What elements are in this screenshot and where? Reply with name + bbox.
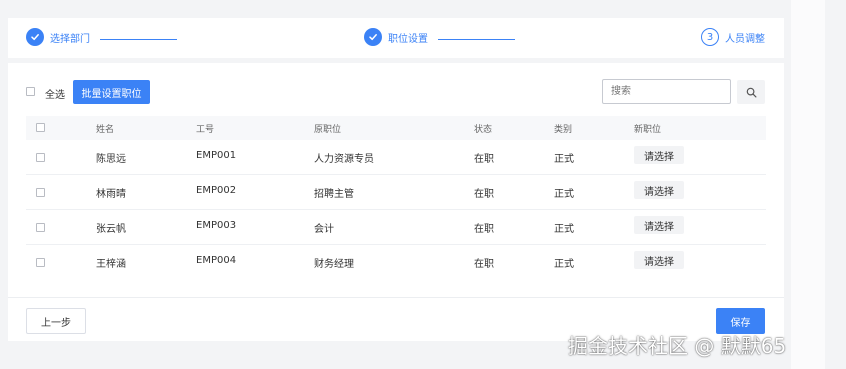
cell-name: 陈思远	[96, 154, 126, 165]
cell-type: 正式	[554, 259, 574, 270]
cell-name: 王梓涵	[96, 259, 126, 270]
select-all-label: 全选	[45, 90, 65, 101]
step-connector	[100, 39, 177, 40]
cell-id: EMP001	[196, 150, 237, 161]
cell-status: 在职	[474, 259, 494, 270]
step-label: 人员调整	[725, 33, 765, 45]
step-connector	[438, 39, 515, 40]
cell-old-position: 招聘主管	[314, 189, 354, 200]
row-checkbox[interactable]	[36, 223, 45, 232]
cell-type: 正式	[554, 189, 574, 200]
cell-old-position: 人力资源专员	[314, 154, 374, 165]
cell-id: EMP003	[196, 220, 237, 231]
previous-step-button[interactable]: 上一步	[26, 308, 86, 334]
cell-type: 正式	[554, 154, 574, 165]
new-position-select[interactable]: 请选择	[634, 216, 684, 234]
step-number: 3	[701, 28, 719, 46]
row-checkbox[interactable]	[36, 258, 45, 267]
step-staff-adjustment: 3 人员调整	[701, 28, 765, 46]
cell-status: 在职	[474, 189, 494, 200]
step-position-setting: 职位设置	[364, 28, 428, 46]
cell-status: 在职	[474, 154, 494, 165]
check-icon	[26, 28, 44, 46]
column-header-old-position: 原职位	[314, 125, 342, 135]
new-position-select[interactable]: 请选择	[634, 181, 684, 199]
cell-old-position: 财务经理	[314, 259, 354, 270]
header-checkbox[interactable]	[36, 123, 45, 132]
footer-divider	[8, 297, 784, 298]
new-position-select[interactable]: 请选择	[634, 146, 684, 164]
row-checkbox[interactable]	[36, 153, 45, 162]
cell-status: 在职	[474, 224, 494, 235]
table-row: 陈思远 EMP001 人力资源专员 在职 正式 请选择	[26, 140, 766, 175]
step-label: 职位设置	[388, 33, 428, 45]
cell-name: 林雨晴	[96, 189, 126, 200]
column-header-id: 工号	[196, 125, 215, 135]
search-input[interactable]	[602, 79, 731, 104]
column-header-type: 类别	[554, 125, 573, 135]
check-icon	[364, 28, 382, 46]
table-row: 林雨晴 EMP002 招聘主管 在职 正式 请选择	[26, 175, 766, 210]
cell-name: 张云帆	[96, 224, 126, 235]
column-header-status: 状态	[474, 125, 493, 135]
table-row: 张云帆 EMP003 会计 在职 正式 请选择	[26, 210, 766, 245]
table-row: 王梓涵 EMP004 财务经理 在职 正式 请选择	[26, 245, 766, 279]
cell-old-position: 会计	[314, 224, 334, 235]
search-icon	[746, 87, 756, 97]
select-all-checkbox[interactable]	[26, 87, 35, 96]
column-header-name: 姓名	[96, 125, 115, 135]
batch-set-position-button[interactable]: 批量设置职位	[73, 80, 150, 104]
cell-id: EMP002	[196, 185, 237, 196]
cell-id: EMP004	[196, 255, 237, 266]
step-select-department: 选择部门	[26, 28, 90, 46]
table-header: 姓名 工号 原职位 状态 类别 新职位	[26, 116, 766, 140]
column-header-new-position: 新职位	[634, 125, 662, 135]
cell-type: 正式	[554, 224, 574, 235]
watermark: 掘金技术社区 @ 默默65	[568, 334, 787, 358]
new-position-select[interactable]: 请选择	[634, 251, 684, 269]
row-checkbox[interactable]	[36, 188, 45, 197]
step-label: 选择部门	[50, 33, 90, 45]
search-button[interactable]	[737, 80, 765, 104]
right-panel-strip	[791, 0, 825, 369]
